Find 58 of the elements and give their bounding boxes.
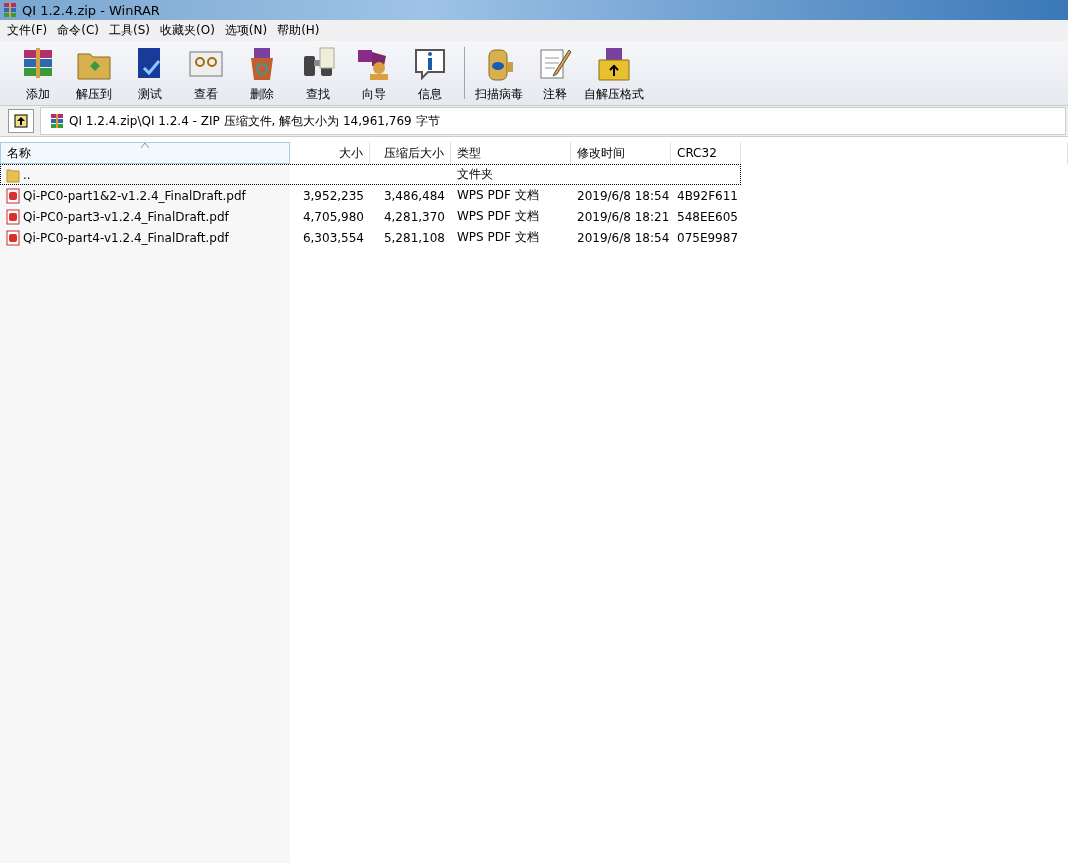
toolbar-button[interactable]: 解压到 <box>66 43 122 103</box>
table-cell: 3,952,235 <box>302 188 364 203</box>
file-row[interactable]: Qi-PC0-part3-v1.2.4_FinalDraft.pdf 4,705,980 4,281,370 WPS PDF 文档 2019/6/8 18:21 548EE605 <box>0 206 1068 227</box>
menu-item[interactable]: 收藏夹(O) <box>155 22 220 39</box>
file-row[interactable]: .. 文件夹 <box>0 164 741 185</box>
table-cell: 4,281,370 <box>383 209 445 224</box>
pdf-file-icon <box>6 208 20 225</box>
file-name: .. <box>23 167 31 182</box>
table-cell: WPS PDF 文档 <box>457 187 539 204</box>
window-title: QI 1.2.4.zip - WinRAR <box>22 2 160 18</box>
column-header[interactable]: 名称 <box>0 142 290 164</box>
menu-item[interactable]: 帮助(H) <box>272 22 325 39</box>
menu-item[interactable]: 选项(N) <box>219 22 273 39</box>
table-cell: WPS PDF 文档 <box>457 208 539 225</box>
table-cell: 5,281,108 <box>383 230 445 245</box>
toolbar-button[interactable]: 查看 <box>178 43 234 103</box>
pdf-file-icon <box>6 229 20 246</box>
toolbar-button[interactable]: 查找 <box>290 43 346 103</box>
menu-item[interactable]: 文件(F) <box>2 22 53 39</box>
table-cell: 3,486,484 <box>383 188 445 203</box>
table-cell: 2019/6/8 18:21 <box>577 209 670 224</box>
table-cell: WPS PDF 文档 <box>457 229 539 246</box>
file-row[interactable]: Qi-PC0-part1&2-v1.2.4_FinalDraft.pdf 3,952,235 3,486,484 WPS PDF 文档 2019/6/8 18:54 4B92F611 <box>0 185 1068 206</box>
address-field[interactable]: QI 1.2.4.zip\QI 1.2.4 - ZIP 压缩文件, 解包大小为 14,961,769 字节 <box>40 107 1066 135</box>
column-header[interactable]: 修改时间 <box>571 142 671 164</box>
pdf-file-icon <box>6 187 20 204</box>
archive-icon <box>49 113 65 129</box>
file-row[interactable]: Qi-PC0-part4-v1.2.4_FinalDraft.pdf 6,303,554 5,281,108 WPS PDF 文档 2019/6/8 18:54 075E9987 <box>0 227 1068 248</box>
table-cell: 075E9987 <box>677 230 739 245</box>
table-cell: 4B92F611 <box>677 188 738 203</box>
archive-path: QI 1.2.4.zip\QI 1.2.4 - ZIP 压缩文件, 解包大小为 14,961,769 字节 <box>69 112 440 130</box>
toolbar-button[interactable]: 测试 <box>122 43 178 103</box>
table-cell: 2019/6/8 18:54 <box>577 188 670 203</box>
menu-item[interactable]: 命令(C) <box>52 22 104 39</box>
table-cell: 6,303,554 <box>302 230 364 245</box>
toolbar-button[interactable]: 自解压格式 <box>583 43 645 103</box>
toolbar-button[interactable]: 向导 <box>346 43 402 103</box>
toolbar-button[interactable]: 注释 <box>527 43 583 103</box>
up-arrow-icon <box>14 114 28 128</box>
toolbar-button[interactable]: 删除 <box>234 43 290 103</box>
column-header[interactable]: 类型 <box>451 142 571 164</box>
column-header[interactable]: 压缩后大小 <box>370 142 451 164</box>
up-folder-button[interactable] <box>8 109 34 133</box>
toolbar-button[interactable]: 扫描病毒 <box>471 43 527 103</box>
table-cell: 文件夹 <box>457 166 493 183</box>
app-icon <box>2 2 18 18</box>
toolbar-button[interactable]: 信息 <box>402 43 458 103</box>
table-cell: 2019/6/8 18:54 <box>577 230 670 245</box>
file-name: Qi-PC0-part1&2-v1.2.4_FinalDraft.pdf <box>23 188 246 203</box>
menu-item[interactable]: 工具(S) <box>104 22 155 39</box>
table-cell: 4,705,980 <box>302 209 364 224</box>
folder-icon <box>6 166 20 183</box>
file-name: Qi-PC0-part3-v1.2.4_FinalDraft.pdf <box>23 209 229 224</box>
column-header[interactable]: CRC32 <box>671 142 741 164</box>
table-cell: 548EE605 <box>677 209 738 224</box>
toolbar-button[interactable]: 添加 <box>10 43 66 103</box>
file-name: Qi-PC0-part4-v1.2.4_FinalDraft.pdf <box>23 230 229 245</box>
column-header[interactable]: 大小 <box>290 142 370 164</box>
